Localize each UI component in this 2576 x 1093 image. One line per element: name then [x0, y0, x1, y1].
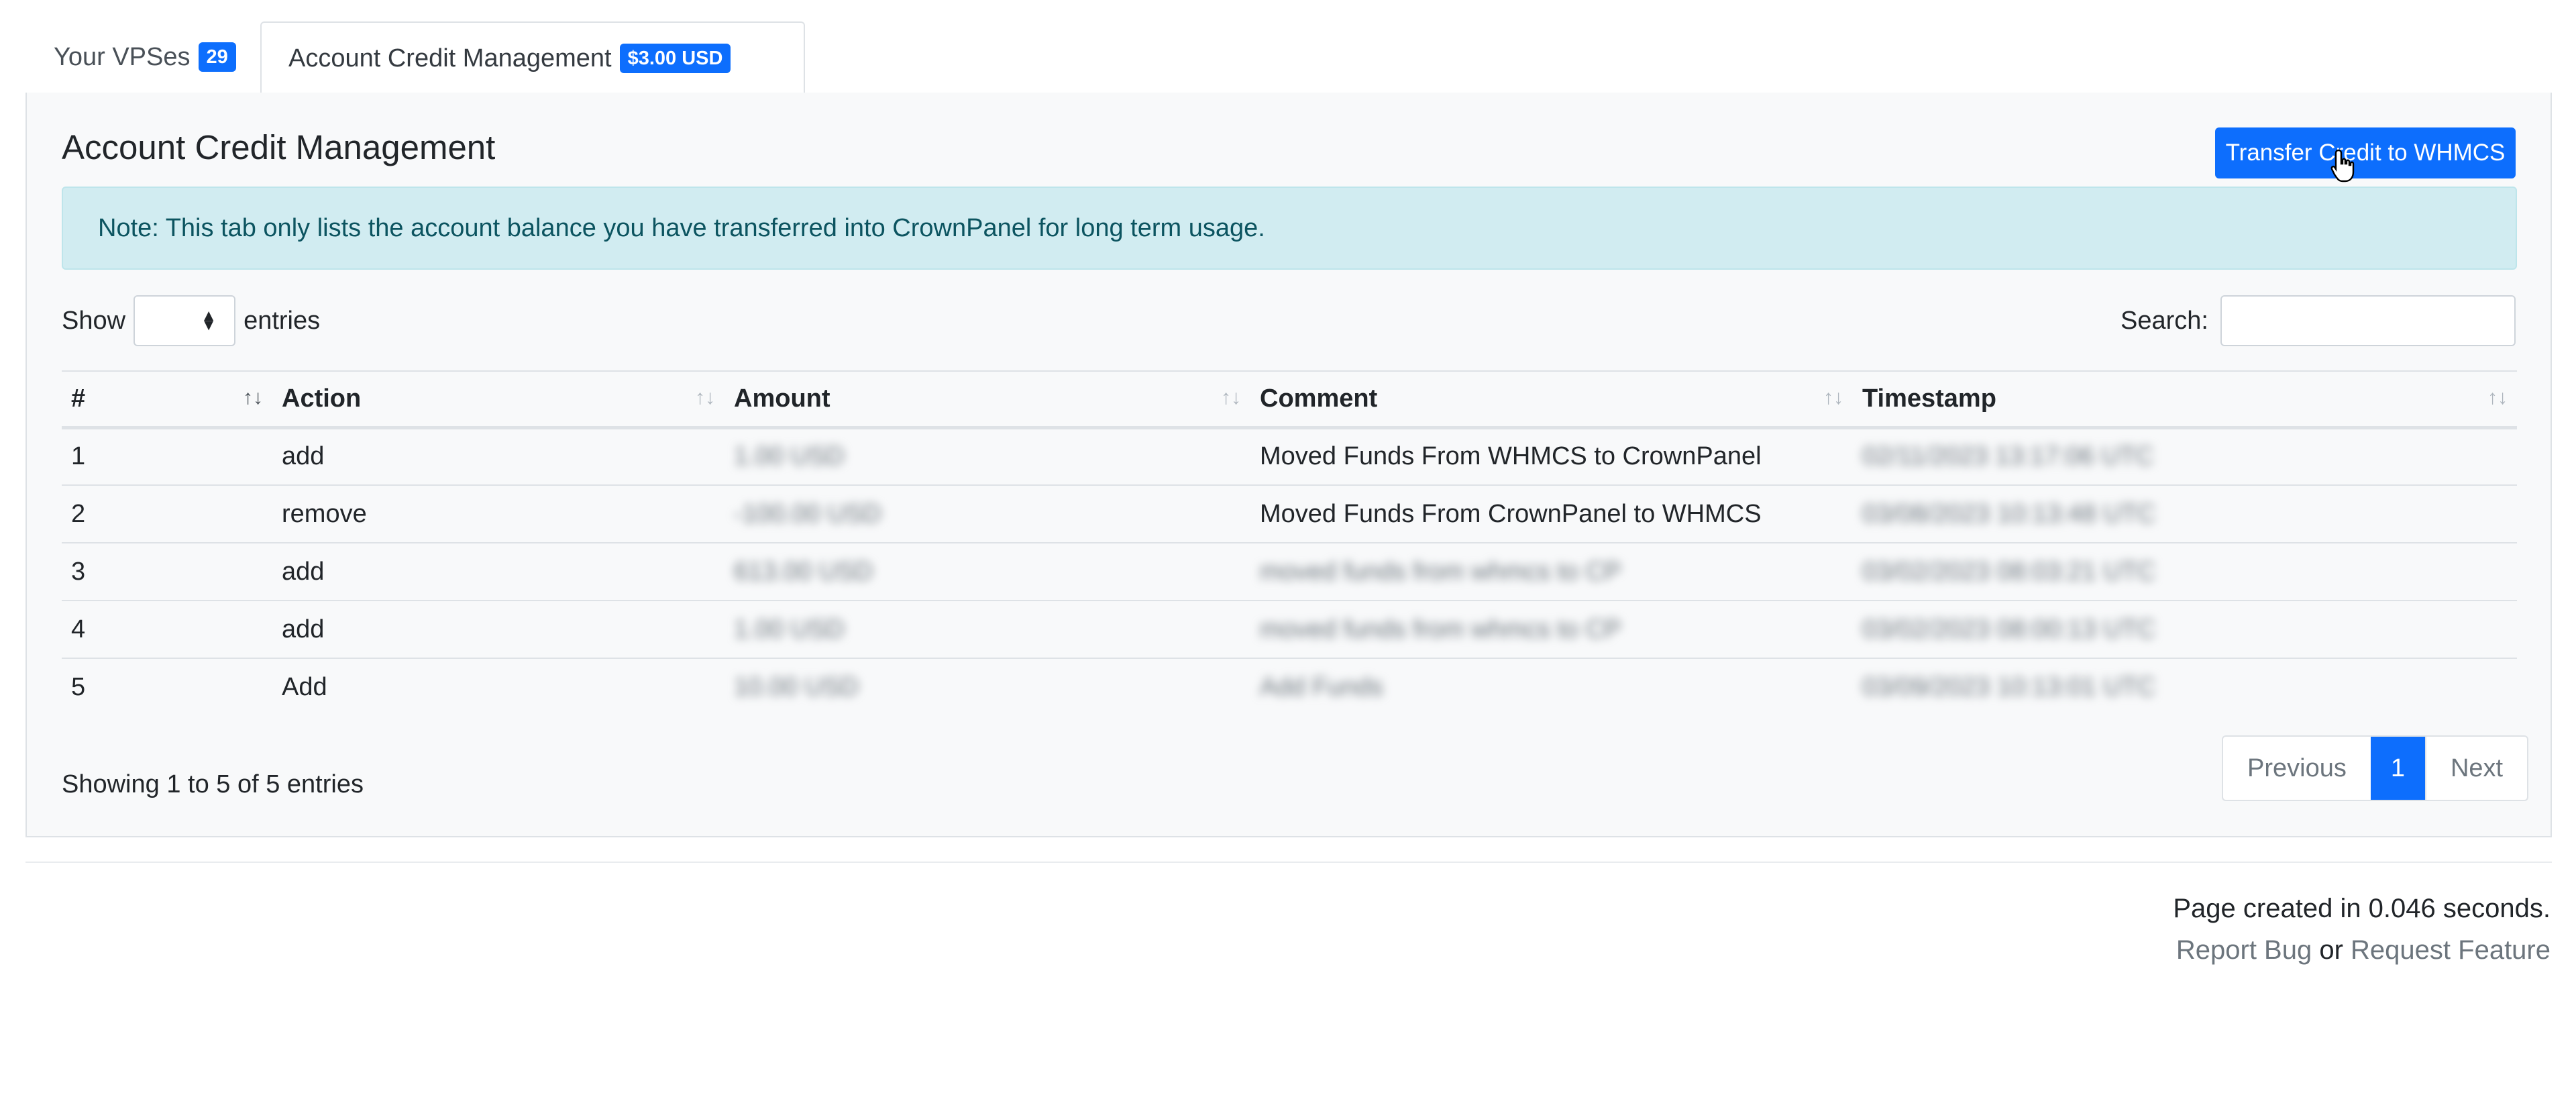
cell-number: 4 [62, 601, 272, 659]
cell-timestamp: 02/11/2023 13:17:06 UTC [1853, 427, 2517, 486]
show-label: Show [62, 306, 126, 335]
entries-length-control: Show ▲ ▼ entries [62, 295, 320, 346]
cell-timestamp: 03/08/2023 10:13:48 UTC [1853, 485, 2517, 543]
cell-timestamp: 03/09/2023 10:13:01 UTC [1862, 673, 2156, 701]
cell-number: 2 [62, 485, 272, 543]
column-header-action[interactable]: Action ↑↓ [272, 370, 724, 429]
cell-comment: Moved Funds From WHMCS to CrownPanel [1250, 427, 1853, 486]
pagination: Previous 1 Next [2222, 735, 2529, 801]
cell-amount: 10.00 USD [734, 673, 859, 701]
credit-card-panel: Account Credit Management Transfer Credi… [25, 93, 2552, 837]
cell-comment: moved funds from whmcs to CP [1250, 601, 1853, 659]
transfer-credit-button[interactable]: Transfer Credit to WHMCS [2215, 127, 2516, 178]
cell-action: Add [282, 673, 327, 701]
sort-icon: ↑↓ [1823, 386, 1843, 409]
cell-timestamp: 03/02/2023 08:03:21 UTC [1853, 543, 2517, 601]
footer-divider [25, 862, 2552, 863]
request-feature-link[interactable]: Request Feature [2351, 935, 2551, 965]
table-header-row: # ↑↓ Action ↑↓ Amount ↑↓ Comment ↑↓ Timestam… [62, 370, 2517, 429]
column-header-number[interactable]: # ↑↓ [62, 370, 272, 429]
credit-history-table: # ↑↓ Action ↑↓ Amount ↑↓ Comment ↑↓ Timestam… [62, 370, 2517, 716]
page-created-time: Page created in 0.046 seconds. [2173, 894, 2551, 923]
cell-amount: 613.00 USD [724, 543, 1250, 601]
entries-per-page-select[interactable]: ▲ ▼ [133, 295, 236, 346]
sort-arrows-icon: ▲ ▼ [201, 307, 217, 334]
search-label: Search: [2121, 306, 2208, 335]
tab-credit-label: Account Credit Management [288, 44, 612, 72]
table-row: 3 add 613.00 USD moved funds from whmcs … [62, 543, 2517, 601]
cell-comment: moved funds from whmcs to CP [1250, 543, 1853, 601]
cell-amount: 1.00 USD [724, 427, 1250, 486]
cell-comment: Add Funds [1260, 673, 1383, 701]
table-row: 4 add 1.00 USD moved funds from whmcs to… [62, 601, 2517, 659]
column-header-timestamp[interactable]: Timestamp ↑↓ [1853, 370, 2517, 429]
vps-count-badge: 29 [198, 42, 236, 72]
credit-balance-badge: $3.00 USD [619, 44, 731, 73]
tab-account-credit-management[interactable]: Account Credit Management $3.00 USD [260, 21, 805, 94]
cell-number: 5 [71, 673, 86, 701]
report-bug-link[interactable]: Report Bug [2176, 935, 2312, 965]
sort-icon: ↑↓ [1221, 386, 1241, 409]
cell-action: add [272, 543, 724, 601]
card-title: Account Credit Management [62, 128, 496, 166]
tab-bar: Your VPSes 29 Account Credit Management … [25, 21, 2552, 94]
previous-page-button[interactable]: Previous [2223, 737, 2371, 800]
sort-icon: ↑↓ [2487, 386, 2508, 409]
cell-amount: -100.00 USD [724, 485, 1250, 543]
cell-action: remove [272, 485, 724, 543]
tab-your-vpses[interactable]: Your VPSes 29 [25, 21, 236, 93]
hand-cursor-icon [2330, 149, 2355, 183]
cell-action: add [272, 601, 724, 659]
table-row: 2 remove -100.00 USD Moved Funds From Cr… [62, 485, 2517, 543]
footer-or-text: or [2319, 935, 2343, 965]
entries-label: entries [244, 306, 321, 335]
cell-timestamp: 03/02/2023 08:00:13 UTC [1853, 601, 2517, 659]
column-header-amount[interactable]: Amount ↑↓ [724, 370, 1250, 429]
cell-comment: Moved Funds From CrownPanel to WHMCS [1250, 485, 1853, 543]
page-1-button[interactable]: 1 [2370, 737, 2425, 800]
sort-ascending-icon: ↑↓ [243, 386, 263, 409]
info-note-alert: Note: This tab only lists the account ba… [62, 187, 2517, 270]
footer-links: Report Bug or Request Feature [2176, 935, 2551, 966]
cell-number: 1 [62, 427, 272, 486]
column-header-comment[interactable]: Comment ↑↓ [1250, 370, 1853, 429]
search-control: Search: [2121, 295, 2516, 346]
tab-your-vpses-label: Your VPSes [54, 42, 191, 71]
table-row: 1 add 1.00 USD Moved Funds From WHMCS to… [62, 427, 2517, 486]
table-row: 5 Add 10.00 USD Add Funds 03/09/2023 10:… [62, 658, 2517, 716]
cell-action: add [272, 427, 724, 486]
next-page-button[interactable]: Next [2424, 737, 2527, 800]
table-info-text: Showing 1 to 5 of 5 entries [62, 770, 364, 798]
cell-number: 3 [62, 543, 272, 601]
sort-icon: ↑↓ [695, 386, 715, 409]
search-input[interactable] [2220, 295, 2516, 346]
cell-amount: 1.00 USD [724, 601, 1250, 659]
